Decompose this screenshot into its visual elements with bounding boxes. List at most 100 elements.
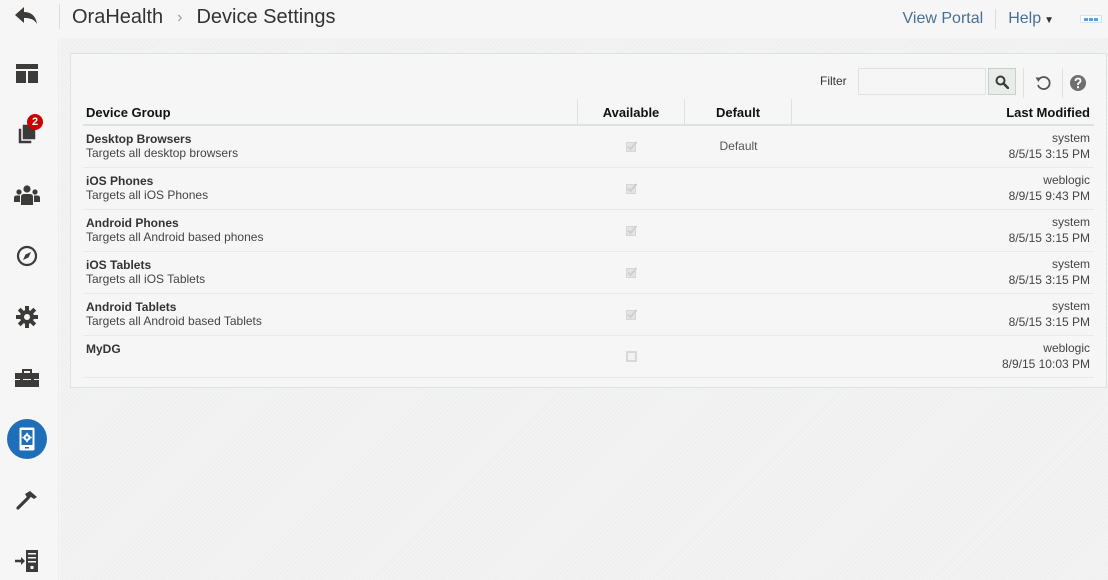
- modified-by: system: [1051, 131, 1090, 145]
- device-group-cell: iOS Tablets Targets all iOS Tablets: [83, 252, 578, 293]
- help-button[interactable]: [1067, 72, 1089, 94]
- default-cell: Default: [719, 138, 758, 153]
- device-group-name: MyDG: [86, 342, 121, 356]
- sidebar-item-settings[interactable]: [7, 297, 47, 337]
- device-group-cell: Android Tablets Targets all Android base…: [83, 294, 578, 335]
- sidebar-item-navigation[interactable]: [7, 236, 47, 276]
- sidebar-item-toolbox[interactable]: [7, 358, 47, 398]
- caret-down-icon: ▼: [1044, 15, 1054, 26]
- device-group-name: iOS Tablets: [86, 258, 152, 272]
- checked-checkbox-icon: [626, 183, 637, 194]
- sidebar-item-server[interactable]: [7, 541, 47, 580]
- refresh-button[interactable]: [1032, 72, 1054, 94]
- device-group-cell: MyDG: [83, 336, 578, 377]
- table-row[interactable]: Android Phones Targets all Android based…: [83, 210, 1094, 252]
- available-cell: [578, 336, 685, 377]
- modified-by: system: [1051, 257, 1090, 271]
- available-checkbox: [626, 183, 637, 194]
- device-group-name: Android Phones: [86, 216, 179, 230]
- sidebar-item-layout[interactable]: [7, 53, 47, 93]
- modified-by: system: [1051, 299, 1090, 313]
- device-groups-panel: Filter Device Group Available Default La…: [70, 53, 1107, 388]
- more-options-button[interactable]: [1080, 15, 1102, 23]
- modified-at: 8/5/15 3:15 PM: [1008, 315, 1090, 329]
- table-row[interactable]: MyDG weblogic 8/9/15 10:03 PM: [83, 336, 1094, 378]
- column-header-available[interactable]: Available: [578, 99, 685, 124]
- last-modified-cell: system 8/5/15 3:15 PM: [792, 126, 1094, 167]
- last-modified-cell: weblogic 8/9/15 9:43 PM: [792, 168, 1094, 209]
- device-group-cell: Android Phones Targets all Android based…: [83, 210, 578, 251]
- back-button[interactable]: [14, 6, 42, 28]
- filter-label: Filter: [820, 74, 847, 88]
- device-group-name: Desktop Browsers: [86, 132, 192, 146]
- column-header-last-modified[interactable]: Last Modified: [792, 99, 1094, 124]
- help-menu[interactable]: Help ▼: [1008, 10, 1054, 28]
- default-cell: [685, 294, 792, 335]
- available-cell: [578, 294, 685, 335]
- modified-by: weblogic: [1043, 173, 1090, 187]
- column-header-default[interactable]: Default: [685, 99, 792, 124]
- available-checkbox: [626, 267, 637, 278]
- toolbar-divider: [1062, 68, 1063, 98]
- unchecked-checkbox-icon: [626, 351, 637, 362]
- modified-at: 8/5/15 3:15 PM: [1008, 273, 1090, 287]
- sidebar-item-users[interactable]: [7, 175, 47, 215]
- search-button[interactable]: [988, 68, 1016, 95]
- device-group-description: Targets all iOS Tablets: [86, 272, 206, 286]
- table-row[interactable]: iOS Phones Targets all iOS Phones weblog…: [83, 168, 1094, 210]
- help-menu-label: Help: [1008, 10, 1042, 27]
- breadcrumb-separator-icon: ›: [177, 8, 183, 26]
- column-header-device-group[interactable]: Device Group: [83, 99, 578, 124]
- available-cell: [578, 126, 685, 167]
- available-checkbox: [626, 351, 637, 362]
- notification-badge: 2: [27, 114, 43, 130]
- device-settings-icon: [19, 427, 35, 451]
- sidebar-item-device-settings[interactable]: [7, 419, 47, 459]
- checked-checkbox-icon: [626, 225, 637, 236]
- device-groups-table: Device Group Available Default Last Modi…: [83, 99, 1094, 378]
- device-group-cell: Desktop Browsers Targets all desktop bro…: [83, 126, 578, 167]
- modified-at: 8/5/15 3:15 PM: [1008, 231, 1090, 245]
- last-modified-cell: system 8/5/15 3:15 PM: [792, 252, 1094, 293]
- default-cell: [685, 210, 792, 251]
- device-group-name: Android Tablets: [86, 300, 177, 314]
- layout-icon: [16, 63, 38, 83]
- checked-checkbox-icon: [626, 309, 637, 320]
- modified-at: 8/9/15 10:03 PM: [1001, 357, 1090, 371]
- toolbox-icon: [15, 369, 39, 387]
- available-cell: [578, 252, 685, 293]
- view-portal-link[interactable]: View Portal: [903, 10, 984, 28]
- device-group-cell: iOS Phones Targets all iOS Phones: [83, 168, 578, 209]
- table-body: Desktop Browsers Targets all desktop bro…: [83, 126, 1094, 378]
- hammer-icon: [16, 491, 37, 510]
- available-checkbox: [626, 141, 637, 152]
- table-row[interactable]: Desktop Browsers Targets all desktop bro…: [83, 126, 1094, 168]
- last-modified-cell: system 8/5/15 3:15 PM: [792, 294, 1094, 335]
- sidebar-nav: 2: [0, 38, 59, 580]
- sidebar-item-pages[interactable]: 2: [7, 114, 47, 154]
- device-group-name: iOS Phones: [86, 174, 154, 188]
- server-import-icon: [15, 550, 38, 572]
- table-row[interactable]: Android Tablets Targets all Android base…: [83, 294, 1094, 336]
- table-row[interactable]: iOS Tablets Targets all iOS Tablets syst…: [83, 252, 1094, 294]
- available-cell: [578, 210, 685, 251]
- table-header: Device Group Available Default Last Modi…: [83, 99, 1094, 126]
- checked-checkbox-icon: [626, 141, 637, 152]
- top-header: OraHealth › Device Settings View Portal …: [0, 0, 1108, 38]
- header-divider: [59, 4, 60, 29]
- more-dot-icon: [1088, 17, 1093, 21]
- sidebar-item-build[interactable]: [7, 480, 47, 520]
- refresh-icon: [1035, 76, 1051, 90]
- breadcrumb: OraHealth › Device Settings: [72, 6, 335, 29]
- help-icon: [1070, 75, 1086, 91]
- modified-at: 8/9/15 9:43 PM: [1008, 189, 1090, 203]
- device-group-description: Targets all iOS Phones: [86, 188, 209, 202]
- filter-input[interactable]: [858, 68, 986, 95]
- header-actions-divider: [995, 9, 997, 29]
- back-arrow-icon: [15, 7, 37, 24]
- modified-at: 8/5/15 3:15 PM: [1008, 147, 1090, 161]
- page-title: Device Settings: [196, 6, 336, 28]
- modified-by: system: [1051, 215, 1090, 229]
- compass-icon: [16, 245, 38, 267]
- breadcrumb-app[interactable]: OraHealth: [72, 6, 163, 29]
